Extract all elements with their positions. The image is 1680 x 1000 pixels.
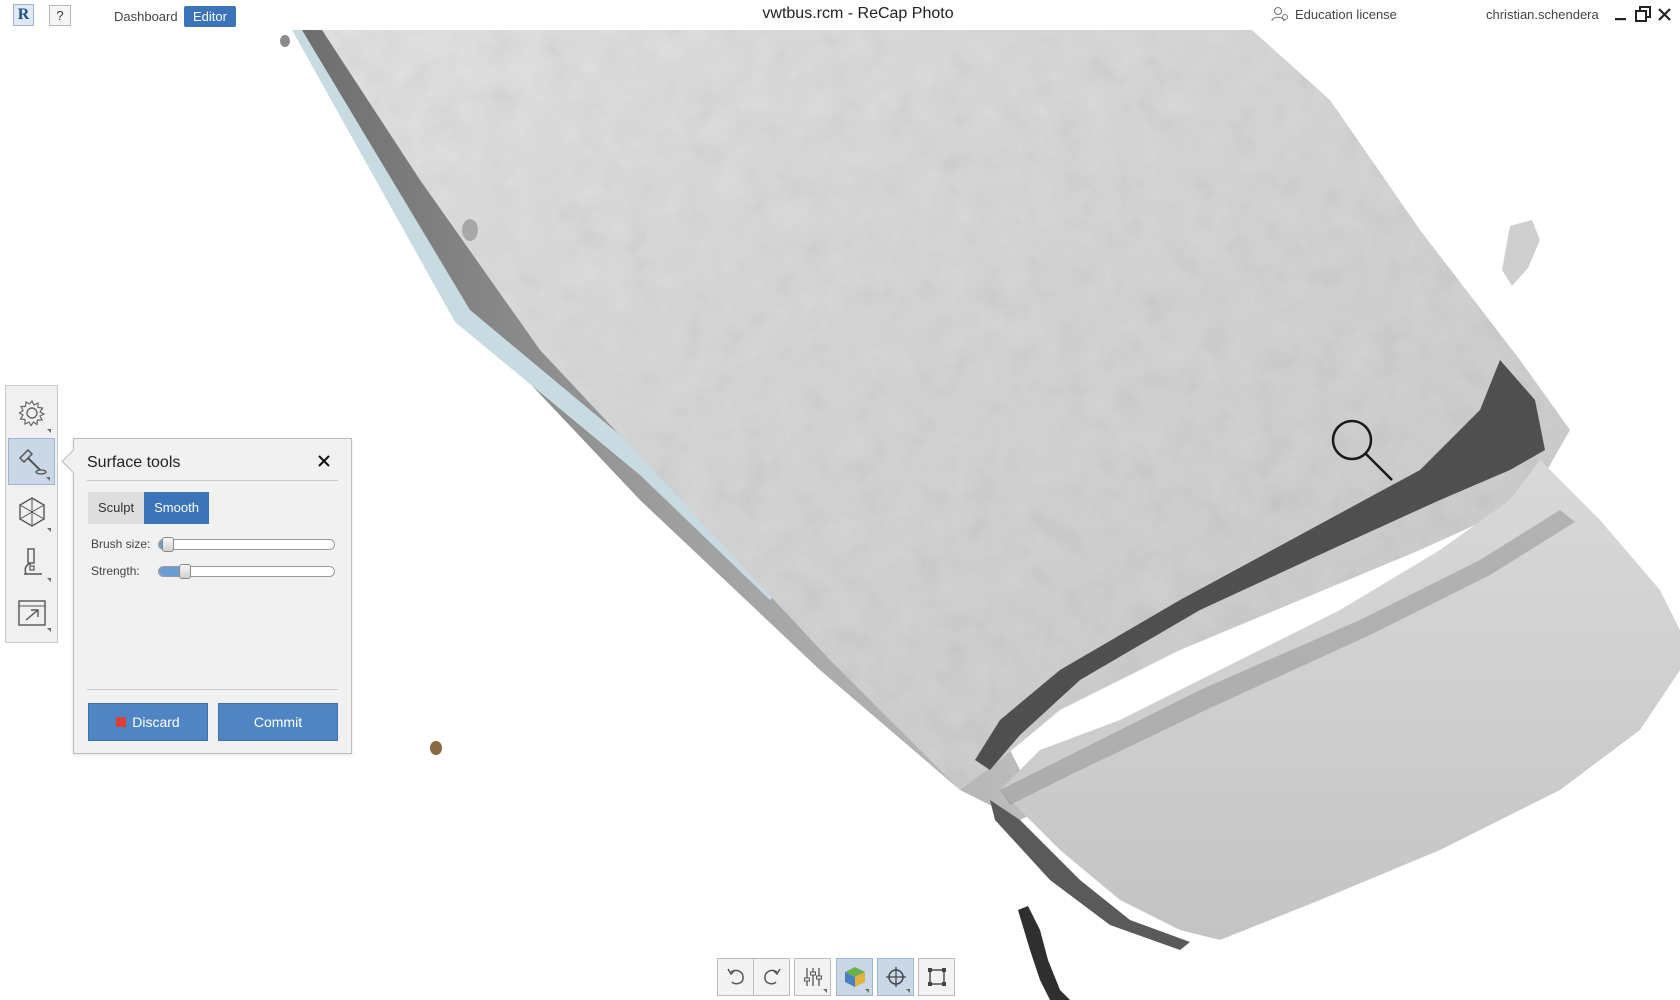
mesh-debris-3 (430, 741, 442, 755)
left-toolbar (5, 385, 58, 643)
bounding-box-button[interactable] (918, 958, 955, 996)
restore-icon[interactable] (1633, 3, 1653, 25)
mode-switch: Sculpt Smooth (88, 492, 209, 524)
hammer-icon (18, 448, 47, 475)
pivot-target-icon (885, 967, 906, 987)
mesh-debris-5 (1018, 906, 1070, 1000)
license-label: Education license (1295, 6, 1397, 22)
brush-size-thumb[interactable] (162, 537, 174, 552)
mesh-debris-2 (462, 219, 478, 241)
strength-label: Strength: (91, 564, 140, 578)
discard-button[interactable]: Discard (88, 703, 208, 741)
minimize-icon[interactable] (1611, 3, 1631, 25)
crop-box-icon (927, 968, 946, 986)
mesh-debris-1 (280, 35, 290, 47)
brush-size-slider[interactable] (158, 537, 335, 552)
mesh-tools-button[interactable] (8, 488, 55, 535)
undo-button[interactable] (717, 958, 754, 996)
redo-icon (763, 968, 781, 985)
brush-size-label: Brush size: (91, 537, 151, 551)
microscope-icon (23, 547, 42, 575)
commit-label: Commit (253, 714, 303, 730)
discard-label: Discard (132, 714, 180, 730)
username[interactable]: christian.schendera (1486, 7, 1599, 22)
commit-button[interactable]: Commit (218, 703, 338, 741)
divider (87, 480, 338, 481)
divider (87, 689, 338, 690)
surface-tools-button[interactable] (8, 438, 55, 485)
export-icon (17, 599, 46, 626)
title-bar: R ? Dashboard Editor vwtbus.rcm - ReCap … (0, 0, 1680, 30)
shaded-cube-icon (844, 967, 865, 987)
discard-icon (116, 717, 127, 727)
license-user-icon (1271, 6, 1288, 22)
close-icon[interactable] (1655, 3, 1675, 25)
pivot-button[interactable] (877, 958, 914, 996)
strength-slider[interactable] (158, 564, 335, 579)
close-icon[interactable] (316, 453, 332, 469)
export-tool-button[interactable] (8, 588, 55, 635)
redo-button[interactable] (753, 958, 790, 996)
settings-tool-button[interactable] (8, 389, 55, 436)
panel-title: Surface tools (87, 454, 181, 471)
education-license[interactable]: Education license (1271, 6, 1397, 22)
mesh-icon (18, 496, 45, 527)
settings-sliders-button[interactable] (794, 958, 831, 996)
sculpt-mode-button[interactable]: Sculpt (88, 492, 145, 524)
gear-icon (17, 399, 45, 427)
surface-tools-panel: Surface tools Sculpt Smooth Brush size: … (61, 438, 352, 754)
strength-thumb[interactable] (179, 564, 191, 579)
sliders-icon (803, 968, 822, 986)
window-title: vwtbus.rcm - ReCap Photo (762, 5, 954, 22)
undo-icon (726, 968, 744, 985)
shading-mode-button[interactable] (836, 958, 873, 996)
analysis-tool-button[interactable] (8, 538, 55, 585)
smooth-mode-button[interactable]: Smooth (144, 492, 209, 524)
